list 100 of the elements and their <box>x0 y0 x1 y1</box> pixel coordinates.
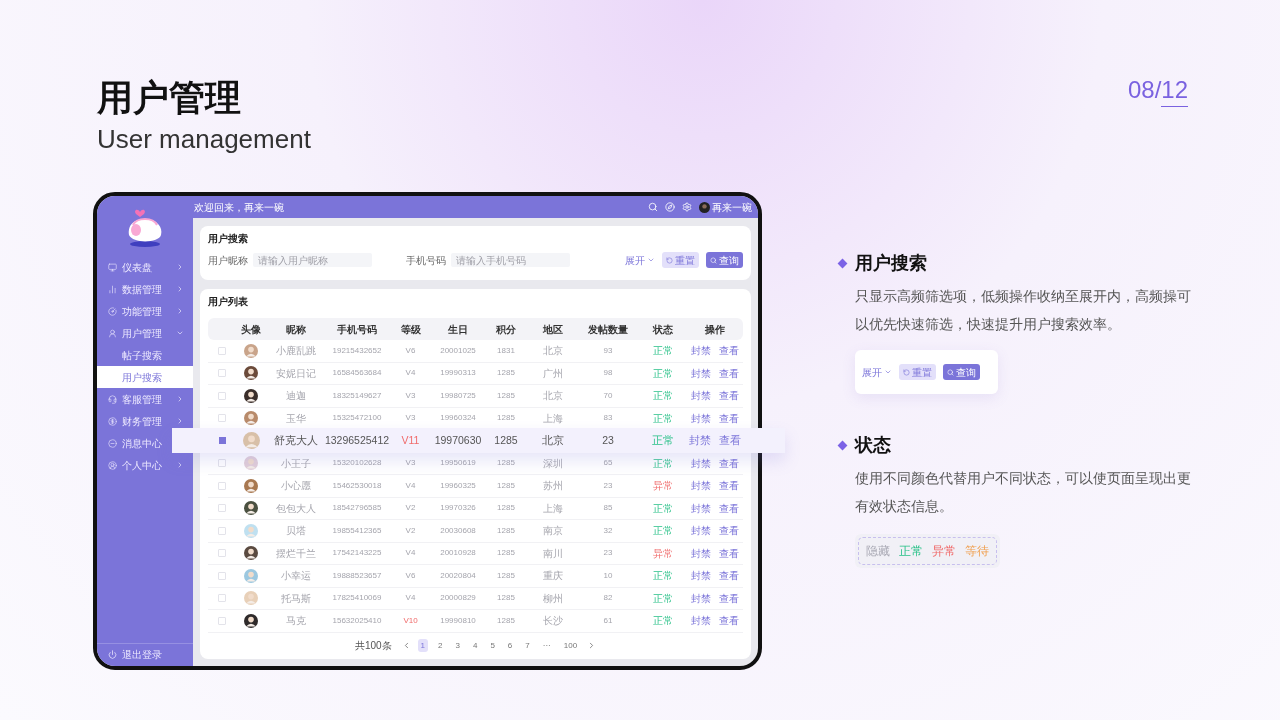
user-circle-icon <box>108 460 117 470</box>
post-count: 23 <box>603 547 613 560</box>
row-checkbox[interactable] <box>218 481 226 490</box>
sidebar-subitem[interactable]: 帖子搜索 <box>97 344 193 366</box>
view-link[interactable]: 查看 <box>718 455 739 471</box>
user-name[interactable]: 再来一碗 <box>712 199 752 215</box>
page-link[interactable]: ··· <box>539 639 554 652</box>
user-icon <box>108 328 117 338</box>
expand-toggle[interactable]: 展开 <box>625 252 655 268</box>
view-link[interactable]: 查看 <box>718 545 739 561</box>
row-checkbox[interactable] <box>218 459 226 468</box>
input-field[interactable]: 请输入用户昵称 <box>253 253 372 267</box>
table-row[interactable]: 小幸运 19888523657 V6 20020804 1285 重庆 10 正常 封禁 查看 <box>208 565 743 588</box>
view-link[interactable]: 查看 <box>718 590 739 606</box>
page-link[interactable]: 5 <box>487 639 498 652</box>
table-row[interactable]: 小心愿 15462530018 V4 19960325 1285 苏州 23 异常 封禁 查看 <box>208 475 743 498</box>
row-checkbox[interactable] <box>218 549 226 558</box>
sidebar-item[interactable]: 用户管理 <box>97 322 193 344</box>
input-field[interactable]: 请输入手机号码 <box>451 253 570 267</box>
page-link[interactable]: 1 <box>417 639 429 652</box>
ban-link[interactable]: 封禁 <box>690 568 711 584</box>
status-label: 正常 <box>653 501 673 516</box>
row-checkbox[interactable] <box>218 526 226 535</box>
ban-link[interactable]: 封禁 <box>690 500 711 516</box>
avatar[interactable] <box>699 201 710 213</box>
row-checkbox[interactable] <box>218 391 226 400</box>
expand-toggle[interactable]: 展开 <box>862 364 892 380</box>
sidebar-item[interactable]: 仪表盘 <box>97 256 193 278</box>
logout-link[interactable]: 退出登录 <box>122 647 162 662</box>
sidebar-item[interactable]: 客服管理 <box>97 388 193 410</box>
table-row[interactable]: 摆烂千兰 17542143225 V4 20010928 1285 南川 23 异常 封禁 查看 <box>208 542 743 565</box>
ban-link[interactable]: 封禁 <box>690 388 711 404</box>
view-link[interactable]: 查看 <box>718 343 739 359</box>
view-link[interactable]: 查看 <box>718 568 739 584</box>
sidebar-item[interactable]: 数据管理 <box>97 278 193 300</box>
view-link[interactable]: 查看 <box>718 523 739 539</box>
minus-circle-icon <box>108 438 117 448</box>
birthday: 19960324 <box>440 412 476 425</box>
ban-link[interactable]: 封禁 <box>690 478 711 494</box>
table-row[interactable]: 马克 15632025410 V10 19990810 1285 长沙 61 正常 封禁 查看 <box>208 610 743 633</box>
highlighted-row[interactable]: 舒克大人 13296525412 V11 19970630 1285 北京 23 正常 封禁 查看 <box>172 428 785 453</box>
page-link[interactable]: 4 <box>469 639 481 652</box>
view-link[interactable]: 查看 <box>718 365 739 381</box>
table-row[interactable]: 安妮日记 16584563684 V4 19990313 1285 广州 98 正常 封禁 查看 <box>208 362 743 385</box>
ban-link[interactable]: 封禁 <box>690 590 711 606</box>
table-row[interactable]: 贝塔 19855412365 V2 20030608 1285 南京 32 正常 封禁 查看 <box>208 520 743 543</box>
ban-link[interactable]: 封禁 <box>690 613 711 629</box>
view-link[interactable]: 查看 <box>718 410 739 426</box>
sidebar-item[interactable]: 个人中心 <box>97 454 193 476</box>
row-checkbox[interactable] <box>218 437 226 444</box>
page-link[interactable]: 3 <box>452 639 463 652</box>
view-link[interactable]: 查看 <box>718 478 739 494</box>
table-row[interactable]: 包包大人 18542796585 V2 19970326 1285 上海 85 正常 封禁 查看 <box>208 497 743 520</box>
nickname: 舒克大人 <box>274 432 318 448</box>
post-count: 61 <box>603 614 613 627</box>
search-icon <box>710 256 717 264</box>
table-row[interactable]: 小王子 15320102628 V3 19950619 1285 深圳 65 正常 封禁 查看 <box>208 452 743 475</box>
query-button[interactable]: 查询 <box>706 252 743 268</box>
sidebar-subitem[interactable]: 用户搜索 <box>97 366 193 388</box>
avatar <box>244 613 258 628</box>
ban-link[interactable]: 封禁 <box>690 343 711 359</box>
page-link[interactable]: 7 <box>522 639 533 652</box>
region: 南川 <box>543 546 563 561</box>
compass-icon[interactable] <box>665 202 675 212</box>
ban-link[interactable]: 封禁 <box>688 432 711 449</box>
headset-icon <box>108 394 117 404</box>
view-link[interactable]: 查看 <box>718 500 739 516</box>
phone-number: 16584563684 <box>332 367 382 380</box>
ban-link[interactable]: 封禁 <box>690 455 711 471</box>
sidebar-item[interactable]: 功能管理 <box>97 300 193 322</box>
reset-button[interactable]: 重置 <box>662 252 699 268</box>
row-checkbox[interactable] <box>218 616 226 625</box>
sidebar-item[interactable]: 消息中心 <box>97 432 166 454</box>
ban-link[interactable]: 封禁 <box>690 523 711 539</box>
page-link[interactable]: 2 <box>435 639 446 652</box>
table-row[interactable]: 小鹿乱跳 19215432652 V6 20001025 1831 北京 93 正常 封禁 查看 <box>208 340 743 363</box>
ban-link[interactable]: 封禁 <box>690 365 711 381</box>
view-link[interactable]: 查看 <box>718 613 739 629</box>
row-checkbox[interactable] <box>218 369 226 378</box>
row-checkbox[interactable] <box>218 594 226 603</box>
user-level: V6 <box>405 344 416 357</box>
diamond-bullet-icon <box>837 258 848 268</box>
view-link[interactable]: 查看 <box>718 388 739 404</box>
post-count: 93 <box>603 344 613 357</box>
view-link[interactable]: 查看 <box>718 432 741 449</box>
table-row[interactable]: 托马斯 17825410069 V4 20000829 1285 柳州 82 正常 封禁 查看 <box>208 587 743 610</box>
search-icon[interactable] <box>648 202 658 212</box>
reset-button[interactable]: 重置 <box>899 364 936 380</box>
query-button[interactable]: 查询 <box>943 364 980 380</box>
page-link[interactable]: 6 <box>504 639 516 652</box>
page-link[interactable]: 100 <box>560 639 581 652</box>
ban-link[interactable]: 封禁 <box>690 545 711 561</box>
row-checkbox[interactable] <box>218 346 226 355</box>
row-checkbox[interactable] <box>218 504 226 513</box>
phone-number: 17542143225 <box>332 547 382 560</box>
table-row[interactable]: 迪迦 18325149627 V3 19980725 1285 北京 70 正常 封禁 查看 <box>208 385 743 408</box>
row-checkbox[interactable] <box>218 571 226 580</box>
row-checkbox[interactable] <box>218 414 226 423</box>
ban-link[interactable]: 封禁 <box>690 410 711 426</box>
settings-icon[interactable] <box>682 202 692 212</box>
